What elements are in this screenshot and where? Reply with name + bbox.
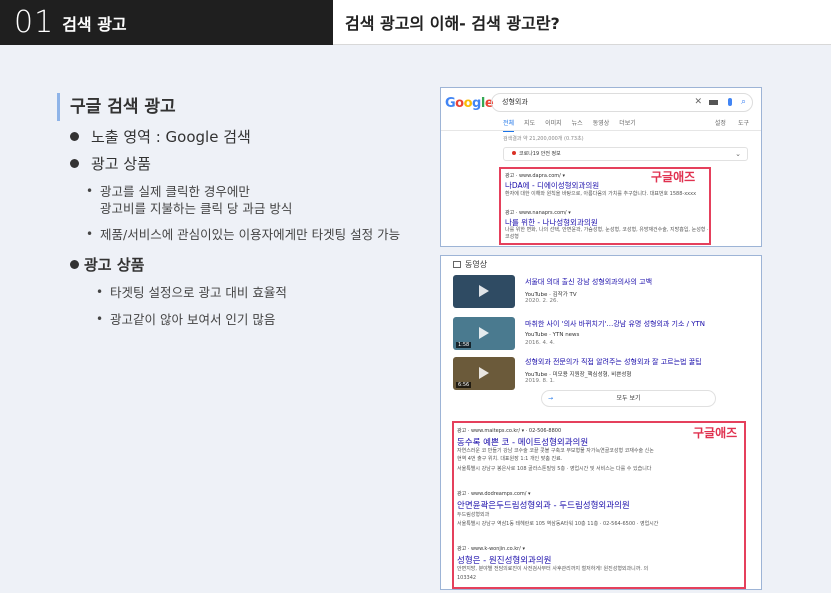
sub-bullet-icon: • [86, 227, 94, 241]
view-all-button[interactable]: → 모두 보기 [541, 390, 716, 407]
video-source: YouTube · 김작가 TV [525, 292, 577, 298]
sub-bullet-icon: • [96, 285, 104, 299]
corona-info-bar[interactable]: 코로나19 안전 정보 ⌄ [503, 147, 748, 161]
settings-link[interactable]: 설정 [715, 118, 726, 127]
video-duration: 6:56 [456, 382, 472, 388]
video-title[interactable]: 서울대 의대 출신 강남 성형외과의사의 고백 [525, 277, 652, 287]
clear-icon[interactable]: ✕ [694, 94, 702, 111]
slide-header: 01 검색 광고 검색 광고의 이해- 검색 광고란? [0, 0, 831, 45]
arrow-right-icon: → [548, 395, 554, 402]
page-title: 검색 광고의 이해- 검색 광고란? [333, 0, 831, 45]
ad-meta: 광고 · www.k-wonjin.co.kr/ ▾ [457, 546, 525, 552]
sub-text-line2: 광고비를 지불하는 클릭 당 과금 방식 [100, 201, 293, 216]
corona-text: 코로나19 안전 정보 [519, 151, 561, 157]
sub-bullet-icon: • [96, 312, 104, 326]
google-ads-label: 구글애즈 [693, 426, 738, 440]
alert-dot-icon [512, 151, 516, 155]
ad-meta: 광고 · www.nanaprs.com/ ▾ [505, 210, 571, 216]
bullet-text: 광고 상품 [91, 155, 151, 173]
sub-bullet-popular: • 광고같이 않아 보여서 인기 많음 [96, 311, 276, 328]
ad-headline[interactable]: 나DA에 - 디에이성형외과의원 [505, 180, 599, 191]
bullet-dot-icon [70, 159, 79, 168]
video-title[interactable]: 마취한 사이 '의사 바뀌치기'…강남 유명 성형외과 기소 / YTN [525, 319, 705, 329]
sub-bullet-icon: • [86, 184, 94, 198]
bullet-product: 광고 상품 [70, 153, 151, 174]
keyboard-icon[interactable] [709, 100, 718, 105]
bullet-text: 노출 영역 : Google 검색 [91, 128, 251, 146]
content-title: 구글 검색 광고 [57, 93, 176, 121]
sub-text-line1: 광고를 실제 클릭한 경우에만 [100, 184, 250, 199]
bullet-text: 광고 상품 [84, 256, 145, 274]
section-label: 검색 광고 [62, 14, 127, 34]
result-count: 검색결과 약 21,200,000개 (0.73초) [503, 136, 584, 142]
ad-headline[interactable]: 안면윤곽은두드림성형외과 - 두드림성형외과의원 [457, 499, 630, 511]
tools-link[interactable]: 도구 [738, 118, 749, 127]
section-number: 01 [14, 4, 55, 40]
bullet-dot-icon [70, 132, 79, 141]
video-duration: 1:58 [456, 342, 472, 348]
ad-meta: 광고 · www.dodreamps.com/ ▾ [457, 491, 531, 497]
play-icon [479, 367, 489, 379]
ad-headline[interactable]: 성형은 - 원진성형외과의원 [457, 554, 552, 566]
video-thumbnail[interactable] [453, 275, 515, 308]
ad-meta: 광고 · www.maiteps.co.kr/ ▾ · 02-506-8800 [457, 428, 562, 434]
google-ads-label: 구글애즈 [651, 170, 696, 184]
bullet-product-2: 광고 상품 [70, 254, 144, 275]
sub-bullet-cpc: • 광고를 실제 클릭한 경우에만 광고비를 지불하는 클릭 당 과금 방식 [86, 183, 293, 217]
ad-description: 현역 4번 출구 위치. 대표원장 1:1 개인 맞춤 진료. [457, 456, 563, 462]
search-icon[interactable]: ⌕ [741, 94, 746, 111]
ad-description: 자연스러운 코 만들기 강남 코수술 코끝 콧볼 구축코 무보형물 자가늑연골코… [457, 448, 654, 454]
google-search-screenshot: Google 성형외과 ✕ ⌕ 전체 지도 이미지 뉴스 동영상 더보기 설정 … [440, 87, 762, 247]
ad-meta: 광고 · www.dapra.com/ ▾ [505, 173, 565, 179]
video-section-header: 동영상 [453, 259, 487, 270]
google-video-ads-screenshot: 동영상 서울대 의대 출신 강남 성형외과의사의 고백 YouTube · 김작… [440, 255, 762, 590]
search-query: 성형외과 [502, 98, 528, 106]
google-logo: Google [445, 96, 494, 111]
search-input[interactable]: 성형외과 ✕ ⌕ [491, 93, 753, 112]
ad-description: 103342 [457, 575, 477, 581]
ad-description: 안면지방, 분야별 전담의료진이 사전검사부터 사후관리까지 철저하게! 원진성… [457, 566, 649, 572]
video-source: YouTube · 미모용 지원장_핵심성형, 비쁜성형 [525, 372, 632, 378]
video-thumbnail[interactable]: 1:58 [453, 317, 515, 350]
search-tools: 설정 도구 [715, 118, 749, 127]
video-icon [453, 261, 461, 268]
video-date: 2020. 2. 26. [525, 298, 559, 304]
ad-description: 나를 위한 변화, 나의 선택, 안면윤곽, 가슴성형, 눈성형, 코성형, 유… [505, 227, 709, 240]
play-icon [479, 327, 489, 339]
sub-text: 제품/서비스에 관심이있는 이용자에게만 타겟팅 설정 가능 [100, 227, 401, 242]
ad-address: 서울특별시 강남구 봉은사로 108 골라스톤빌딩 5층 · 영업시간 및 서비… [457, 466, 652, 472]
play-icon [479, 285, 489, 297]
ad-headline[interactable]: 동수록 예쁜 코 - 메이트성형외과의원 [457, 436, 588, 448]
sub-text: 광고같이 않아 보여서 인기 많음 [110, 312, 276, 327]
sub-bullet-targeting: • 제품/서비스에 관심이있는 이용자에게만 타겟팅 설정 가능 [86, 226, 401, 243]
ad-description: 두드림성형외과 [457, 512, 490, 518]
divider [441, 130, 761, 131]
mic-icon[interactable] [728, 98, 732, 106]
sub-text: 타겟팅 설정으로 광고 대비 효율적 [110, 285, 287, 300]
video-thumbnail[interactable]: 6:56 [453, 357, 515, 390]
ad-description: 환자에 대한 이해와 원칙을 바탕으로, 아름다움의 가치를 추구합니다. 대표… [505, 191, 697, 197]
header-section-block: 01 검색 광고 [0, 0, 333, 45]
bullet-dot-icon [70, 260, 79, 269]
video-date: 2016. 4. 4. [525, 340, 555, 346]
ad-address: 서울특별시 강남구 역삼1동 테헤란로 105 역삼동A타워 10층 11층 ·… [457, 521, 659, 527]
video-title[interactable]: 성형외과 전문의가 직접 알려주는 성형외과 잘 고르는법 꿀팁 [525, 357, 702, 367]
video-date: 2019. 8. 1. [525, 378, 555, 384]
sub-bullet-efficient: • 타겟팅 설정으로 광고 대비 효율적 [96, 284, 287, 301]
video-source: YouTube · YTN news [525, 332, 580, 338]
bullet-exposure: 노출 영역 : Google 검색 [70, 126, 251, 147]
chevron-down-icon: ⌄ [735, 150, 741, 158]
